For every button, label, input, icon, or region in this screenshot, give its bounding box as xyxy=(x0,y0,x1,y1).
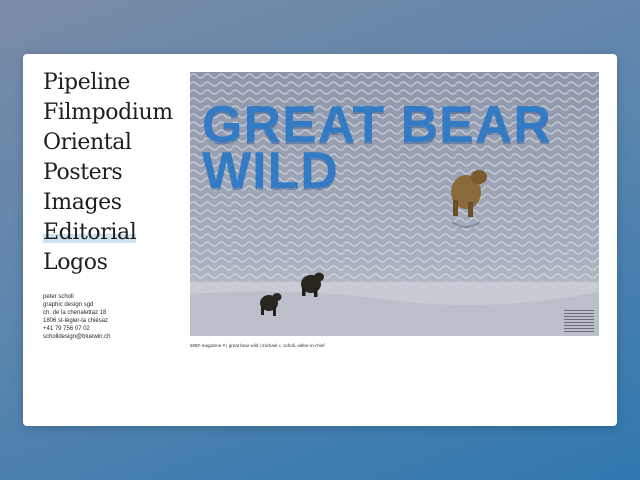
feature-image[interactable]: GREAT BEAR WILD xyxy=(190,72,599,336)
photo-credit-block xyxy=(564,310,594,332)
nav-item-editorial[interactable]: Editorial xyxy=(43,218,173,248)
headline: GREAT BEAR WILD xyxy=(202,99,552,200)
main-nav: Pipeline Filmpodium Oriental Posters Ima… xyxy=(43,68,173,278)
contact-city: 1806 st-légier-la chiésaz xyxy=(43,318,109,324)
image-caption: 505F-magazine # | great bear wild | mich… xyxy=(190,343,325,348)
contact-name: peter scholl xyxy=(43,294,74,300)
contact-title: graphic design sgd xyxy=(43,302,94,308)
nav-item-oriental[interactable]: Oriental xyxy=(43,128,173,158)
nav-item-posters[interactable]: Posters xyxy=(43,158,173,188)
portfolio-card: Pipeline Filmpodium Oriental Posters Ima… xyxy=(23,54,617,426)
nav-item-images[interactable]: Images xyxy=(43,188,173,218)
nav-item-pipeline[interactable]: Pipeline xyxy=(43,68,173,98)
headline-line2: WILD xyxy=(202,142,339,200)
contact-street: ch. de la chenalettaz 18 xyxy=(43,310,107,316)
contact-phone: +41 79 756 07 02 xyxy=(43,326,90,332)
contact-email[interactable]: scholldesign@bluewin.ch xyxy=(43,333,110,341)
nav-item-filmpodium[interactable]: Filmpodium xyxy=(43,98,173,128)
nav-item-logos[interactable]: Logos xyxy=(43,248,173,278)
contact-info: peter scholl graphic design sgd ch. de l… xyxy=(43,293,110,341)
